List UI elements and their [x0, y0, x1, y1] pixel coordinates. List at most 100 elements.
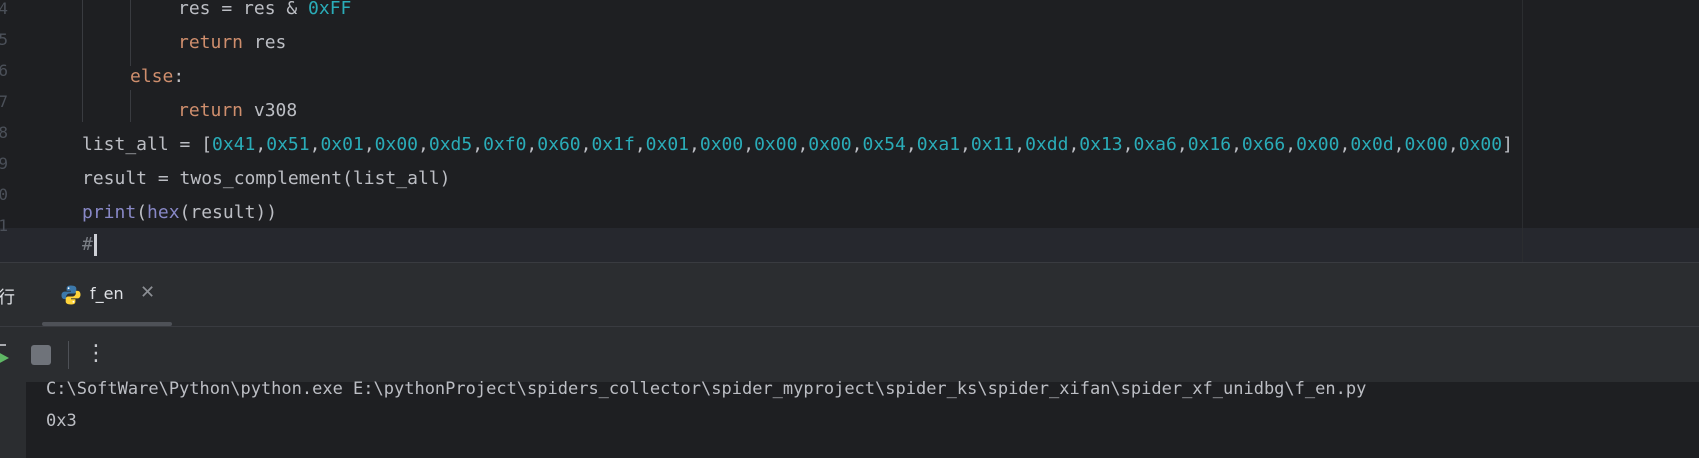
code-token: 0x00 — [808, 134, 852, 155]
code-token: , — [363, 134, 375, 155]
line-number: 0 — [0, 185, 8, 204]
code-token: , — [526, 134, 538, 155]
code-line-current[interactable]: # — [82, 228, 97, 262]
code-token: , — [1231, 134, 1242, 155]
code-token: 0x00 — [1404, 134, 1448, 155]
code-token: , — [905, 134, 917, 155]
line-number: 1 — [0, 216, 8, 235]
code-token: , — [1285, 134, 1297, 155]
code-editor[interactable]: 4 5 6 7 8 9 0 1 res = res & 0xFF return … — [0, 0, 1699, 262]
code-token: , — [1014, 134, 1026, 155]
code-token: return — [178, 32, 244, 53]
run-tool-window-header: 行 f_en ✕ — [0, 263, 1699, 326]
code-token: , — [1068, 134, 1080, 155]
console-gutter — [0, 382, 26, 458]
code-token: 0x00 — [699, 134, 744, 155]
code-token: , — [960, 134, 971, 155]
code-token: 0xf0 — [483, 134, 527, 155]
code-token: 0x51 — [266, 134, 310, 155]
code-token: res = res & — [178, 0, 309, 19]
line-number-gutter[interactable]: 4 5 6 7 8 9 0 1 — [0, 0, 60, 262]
code-token: 0x00 — [754, 134, 798, 155]
code-token: , — [418, 134, 429, 155]
rerun-icon[interactable] — [0, 343, 14, 365]
code-line[interactable]: list_all = [0x41,0x51,0x01,0x00,0xd5,0xf… — [82, 128, 1513, 162]
right-margin-guide — [1522, 0, 1523, 262]
console-result-line: 0x3 — [46, 411, 77, 431]
indent-guide — [130, 90, 131, 122]
close-icon[interactable]: ✕ — [140, 282, 155, 303]
code-token: , — [255, 134, 267, 155]
code-token: 0xdd — [1025, 134, 1069, 155]
code-token: , — [1447, 134, 1459, 155]
code-token: v308 — [243, 100, 298, 121]
code-token: 0x01 — [645, 134, 690, 155]
code-token: , — [1393, 134, 1405, 155]
code-token: 0xa6 — [1133, 134, 1177, 155]
code-token: 0xa1 — [916, 134, 961, 155]
code-token: result = twos_complement(list_all) — [82, 168, 451, 189]
run-tab-label: f_en — [90, 284, 124, 303]
code-token: 0x41 — [212, 134, 256, 155]
code-token: 0x54 — [862, 134, 906, 155]
code-line[interactable]: return v308 — [178, 94, 297, 128]
code-token: 0x66 — [1241, 134, 1286, 155]
run-tab-f-en[interactable]: f_en ✕ — [42, 263, 174, 326]
code-token: : — [173, 66, 185, 87]
indent-guide — [130, 0, 131, 66]
stop-icon[interactable] — [31, 345, 51, 365]
code-line[interactable]: else: — [130, 60, 184, 94]
code-token: 0x0d — [1350, 134, 1394, 155]
code-token: , — [1339, 134, 1351, 155]
indent-guide — [82, 0, 83, 122]
code-token: , — [689, 134, 700, 155]
code-token: , — [743, 134, 755, 155]
line-number: 5 — [0, 30, 8, 49]
code-token: (result)) — [179, 202, 278, 223]
code-token: 0x13 — [1079, 134, 1123, 155]
console-output[interactable]: C:\SoftWare\Python\python.exe E:\pythonP… — [26, 379, 1699, 458]
more-options-icon[interactable]: ⋮ — [85, 337, 107, 371]
line-number: 9 — [0, 154, 8, 173]
code-token: 0x01 — [320, 134, 364, 155]
code-token: 0xd5 — [428, 134, 473, 155]
code-token: , — [1176, 134, 1188, 155]
line-number: 7 — [0, 92, 8, 111]
console-command-line: C:\SoftWare\Python\python.exe E:\pythonP… — [46, 379, 1367, 399]
code-token: ] — [1502, 134, 1513, 155]
code-token: 0x1f — [591, 134, 635, 155]
code-line[interactable]: res = res & 0xFF — [178, 0, 351, 26]
code-token: 0x00 — [1458, 134, 1503, 155]
code-token: else — [130, 66, 174, 87]
code-line[interactable]: result = twos_complement(list_all) — [82, 162, 450, 196]
code-token: , — [851, 134, 863, 155]
code-token: 0x60 — [537, 134, 581, 155]
code-line[interactable]: print(hex(result)) — [82, 196, 277, 230]
current-line-highlight — [0, 228, 1699, 262]
line-number: 6 — [0, 61, 8, 80]
code-token: , — [797, 134, 809, 155]
code-token: , — [634, 134, 646, 155]
code-line[interactable]: return res — [178, 26, 286, 60]
code-token: 0x00 — [374, 134, 419, 155]
python-icon — [61, 285, 81, 305]
code-token: return — [178, 100, 244, 121]
text-caret — [93, 234, 97, 256]
code-token: 0x16 — [1187, 134, 1232, 155]
run-tool-window-title: 行 — [0, 288, 15, 308]
code-token: 0x00 — [1296, 134, 1340, 155]
code-token: 0x11 — [970, 134, 1015, 155]
toolbar-separator — [68, 341, 69, 369]
code-token: , — [472, 134, 484, 155]
line-number: 8 — [0, 123, 8, 142]
code-token: res — [243, 32, 287, 53]
code-token: list_all = [ — [82, 134, 213, 155]
code-token: , — [1122, 134, 1134, 155]
code-token: # — [82, 234, 93, 255]
code-token: , — [309, 134, 321, 155]
code-token: print — [82, 202, 137, 223]
code-token: , — [580, 134, 592, 155]
code-token: ( — [136, 202, 148, 223]
code-token: hex — [147, 202, 180, 223]
code-token: 0xFF — [308, 0, 352, 19]
